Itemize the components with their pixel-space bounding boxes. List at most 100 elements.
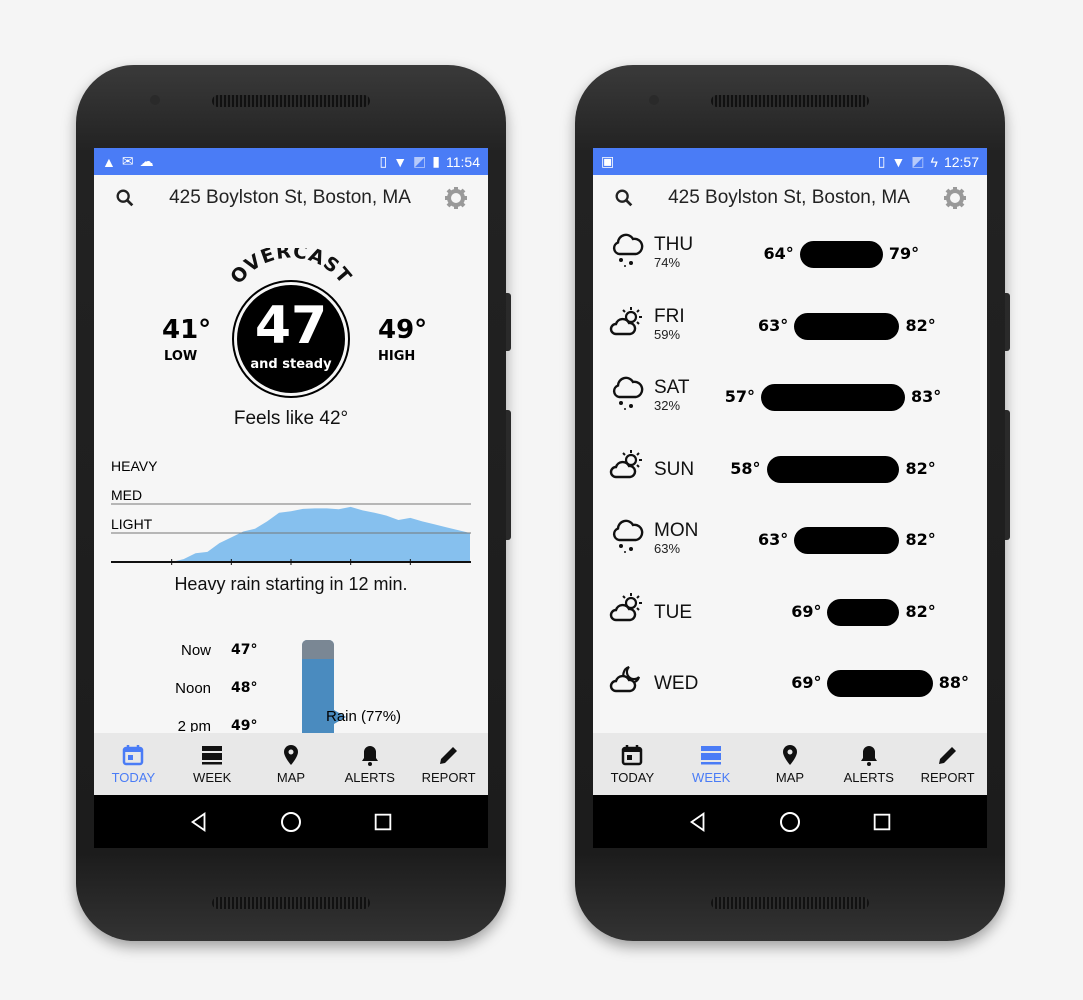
high-temp: 49° [378,315,428,345]
low-temp: 69° [791,601,822,621]
nav-today[interactable]: TODAY [593,733,672,795]
day-row[interactable]: FRI 59% 63° 82° [593,296,987,356]
nav-label: WEEK [692,770,731,785]
location-address[interactable]: 425 Boylston St, Boston, MA [136,187,444,209]
day-row[interactable]: THU 74% 64° 79° [593,224,987,284]
nav-alerts[interactable]: ALERTS [829,733,908,795]
home-icon[interactable] [279,810,303,834]
hourly-time: 2 pm [177,718,211,732]
low-temp: 41° [162,315,212,345]
precip-chance: 32% [654,398,681,413]
rain-timeline-bar [302,640,334,740]
current-temp-dial: 47 and steady [232,280,350,398]
temp-trend: and steady [250,357,332,372]
temp-range-bar [794,312,900,340]
nav-label: TODAY [610,770,655,785]
gear-icon[interactable] [943,186,967,210]
status-bar: ▲ ✉ ☁ ▯ ▼ ◩ ▮ 11:54 [94,148,488,175]
rain-icon [609,375,645,411]
hourly-time: Noon [175,680,211,697]
search-icon[interactable] [114,187,136,209]
system-nav [94,795,488,848]
partly-cloudy-icon [609,590,645,626]
recents-icon[interactable] [372,811,394,833]
nav-report[interactable]: REPORT [409,733,488,795]
back-icon[interactable] [687,811,709,833]
partly-cloudy-icon [609,304,645,340]
temp-range-bar [766,455,900,483]
phone-week: ▣ ▯ ▼ ◩ ϟ 12:57 425 Boylston St, Boston,… [575,65,1010,941]
power-button [506,293,511,351]
today-icon [121,743,145,767]
today-screen: ▲ ✉ ☁ ▯ ▼ ◩ ▮ 11:54 425 Boylston St, Bos… [94,148,488,848]
back-icon[interactable] [188,811,210,833]
nav-report[interactable]: REPORT [908,733,987,795]
x-tick-label: 10 min [154,567,190,568]
gmail-icon: ✉ [121,153,134,169]
wifi-icon: ▼ [393,153,408,170]
high-temp: 82° [905,530,936,549]
nav-label: WEEK [193,770,232,785]
day-name: WED [654,673,699,694]
location-header: 425 Boylston St, Boston, MA [94,175,488,220]
temp-range-bar [761,384,906,411]
high-temp: 79° [888,244,920,263]
rain-intensity-area [171,506,470,562]
day-row[interactable]: SAT 32% 57° 83° [593,367,987,427]
nav-map[interactable]: MAP [252,733,331,795]
low-temp: 63° [757,315,789,335]
report-icon [437,743,461,767]
top-speaker [212,95,370,107]
gear-icon[interactable] [444,186,468,210]
wifi-icon: ▼ [891,153,906,170]
front-camera [649,95,659,105]
day-name: TUE [654,601,692,623]
report-icon [936,743,960,767]
alerts-icon [857,743,881,767]
map-icon [778,743,802,767]
week-icon [699,743,723,767]
week-screen: ▣ ▯ ▼ ◩ ϟ 12:57 425 Boylston St, Boston,… [593,148,987,848]
level-heavy: HEAVY [111,458,158,474]
rain-icon [609,232,645,268]
nav-today[interactable]: TODAY [94,733,173,795]
bottom-nav: TODAY WEEK MAP ALERTS REPORT [593,733,987,795]
high-temp: 88° [938,673,969,692]
weather-notification-icon: ☁ [139,153,154,169]
alert-icon: ▲ [102,153,116,170]
top-speaker [711,95,869,107]
day-row[interactable]: MON 63% 63° 82° [593,510,987,570]
phone-today: ▲ ✉ ☁ ▯ ▼ ◩ ▮ 11:54 425 Boylston St, Bos… [76,65,511,941]
no-sim-icon: ◩ [413,153,427,169]
image-icon: ▣ [601,153,615,169]
partly-cloudy-icon [609,447,645,483]
status-bar: ▣ ▯ ▼ ◩ ϟ 12:57 [593,148,987,175]
vibrate-icon: ▯ [379,153,388,169]
x-tick-label: 20 min [213,567,249,568]
search-icon[interactable] [613,187,635,209]
system-nav [593,795,987,848]
nav-label: MAP [276,770,306,785]
location-address[interactable]: 425 Boylston St, Boston, MA [635,187,943,209]
temp-range-bar [799,241,883,268]
day-name: SAT [654,377,690,398]
nav-label: MAP [775,770,805,785]
nav-week[interactable]: WEEK [672,733,751,795]
recents-icon[interactable] [871,811,893,833]
high-temp: 83° [911,387,942,406]
x-tick-label: 30 min [273,567,309,568]
x-tick-label: 40 min [333,567,369,568]
power-button [1005,293,1010,351]
home-icon[interactable] [778,810,802,834]
day-row[interactable]: SUN 58° 82° [593,439,987,499]
day-row[interactable]: TUE 69° 82° [593,582,987,642]
nav-map[interactable]: MAP [751,733,830,795]
alerts-icon [358,743,382,767]
temp-range-bar [827,598,900,626]
status-time: 11:54 [446,153,480,170]
current-temp: 47 [254,296,328,356]
battery-icon: ▮ [432,153,440,169]
day-row[interactable]: WED 69° 88° [593,653,987,713]
nav-alerts[interactable]: ALERTS [330,733,409,795]
nav-week[interactable]: WEEK [173,733,252,795]
